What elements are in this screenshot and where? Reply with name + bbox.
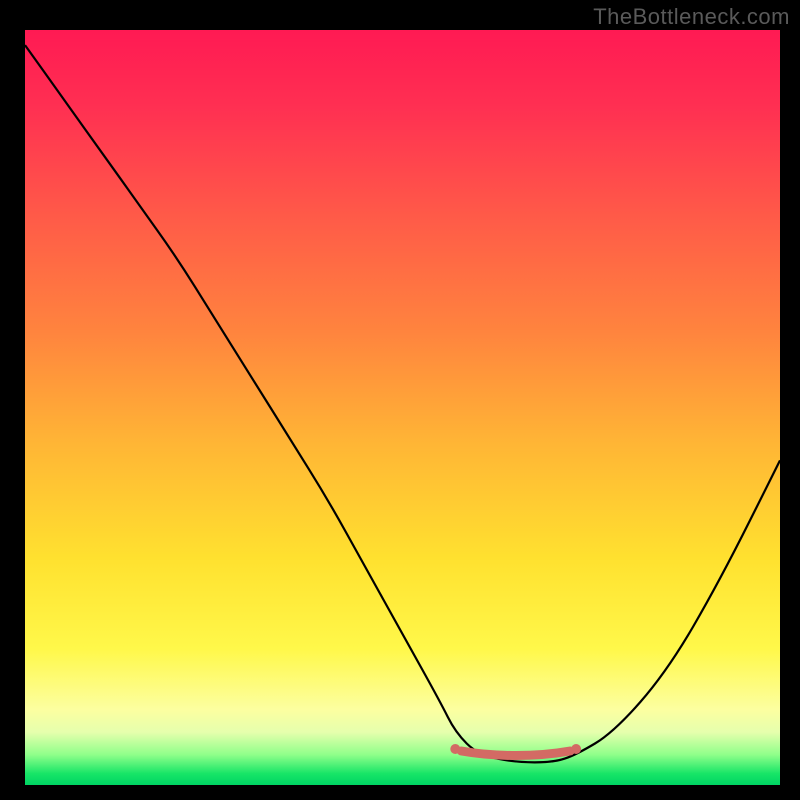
chart-frame: TheBottleneck.com — [0, 0, 800, 800]
optimal-band-start-dot — [450, 744, 460, 754]
curve-layer — [25, 30, 780, 785]
optimal-band — [461, 751, 570, 756]
watermark-label: TheBottleneck.com — [593, 4, 790, 30]
plot-area — [25, 30, 780, 785]
optimal-band-end-dot — [571, 744, 581, 754]
bottleneck-curve — [25, 45, 780, 762]
